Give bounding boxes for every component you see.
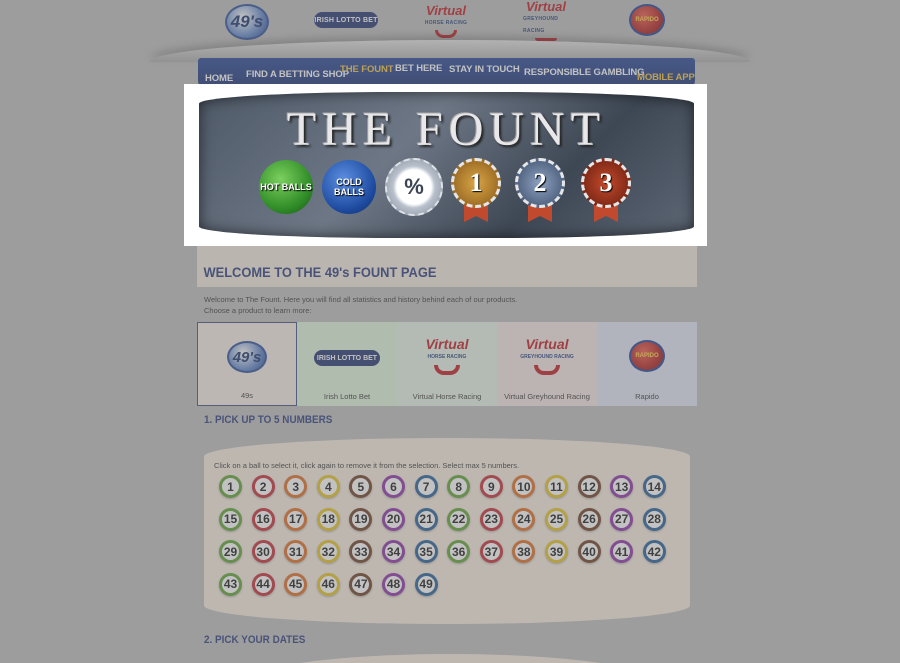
logo-virtual-greyhound-icon: Virtual GREYHOUND RACING (520, 337, 574, 375)
hero-banner: THE FOUNT HOT BALLS COLD BALLS % 1 2 3 (184, 84, 707, 246)
number-ball-28[interactable]: 28 (642, 507, 666, 531)
number-ball-20[interactable]: 20 (382, 507, 405, 531)
logo-irish-lotto-bet[interactable]: IRISH LOTTO BET (314, 12, 378, 28)
number-ball-18[interactable]: 18 (316, 507, 340, 531)
nav-responsible-gambling[interactable]: RESPONSIBLE GAMBLING (524, 67, 645, 78)
percent-stats-button[interactable]: % (385, 158, 443, 216)
product-selector: 49's 49s IRISH LOTTO BET Irish Lotto Bet… (197, 322, 697, 406)
date-picker-panel (240, 654, 660, 663)
number-ball-12[interactable]: 12 (577, 475, 601, 498)
number-ball-6[interactable]: 6 (382, 475, 405, 498)
number-ball-46[interactable]: 46 (316, 572, 340, 596)
number-ball-13[interactable]: 13 (610, 475, 634, 498)
number-ball-21[interactable]: 21 (414, 507, 438, 531)
number-ball-17[interactable]: 17 (284, 507, 308, 531)
number-ball-38[interactable]: 38 (512, 540, 536, 563)
section-pick-numbers-heading: 1. PICK UP TO 5 NUMBERS (204, 414, 333, 426)
medal-first-button[interactable]: 1 (451, 158, 501, 208)
ball-picker-panel: Click on a ball to select it, click agai… (204, 438, 690, 624)
number-ball-2[interactable]: 2 (251, 475, 275, 498)
logo-rapido-icon: RAPIDO (629, 340, 665, 372)
welcome-banner: WELCOME TO THE 49's FOUNT PAGE (197, 241, 697, 287)
number-ball-15[interactable]: 15 (219, 507, 242, 531)
number-ball-23[interactable]: 23 (479, 507, 503, 531)
brand-bar: 49's IRISH LOTTO BET Virtual HORSE RACIN… (0, 0, 900, 62)
number-ball-34[interactable]: 34 (382, 540, 405, 563)
number-ball-37[interactable]: 37 (479, 540, 503, 563)
slate-background: THE FOUNT HOT BALLS COLD BALLS % 1 2 3 (199, 92, 694, 238)
number-ball-43[interactable]: 43 (219, 572, 242, 596)
number-ball-27[interactable]: 27 (610, 507, 634, 531)
logo-virtual-horse-racing[interactable]: Virtual HORSE RACING (423, 4, 469, 38)
product-virtual-horse-racing[interactable]: Virtual HORSE RACING Virtual Horse Racing (397, 322, 497, 406)
product-irish-lotto-bet[interactable]: IRISH LOTTO BET Irish Lotto Bet (297, 322, 397, 406)
number-ball-48[interactable]: 48 (382, 572, 405, 596)
nav-stay-in-touch[interactable]: STAY IN TOUCH (449, 64, 520, 75)
nav-bet-here[interactable]: BET HERE (395, 63, 442, 74)
number-ball-14[interactable]: 14 (642, 475, 666, 498)
number-ball-35[interactable]: 35 (414, 540, 438, 563)
nav-mobile-app[interactable]: MOBILE APP (637, 72, 695, 83)
number-ball-25[interactable]: 25 (545, 507, 568, 531)
logo-virtual-horse-icon: Virtual HORSE RACING (425, 337, 469, 375)
number-ball-42[interactable]: 42 (642, 540, 666, 563)
number-ball-29[interactable]: 29 (219, 540, 242, 563)
ball-picker-hint: Click on a ball to select it, click agai… (214, 461, 520, 470)
number-ball-32[interactable]: 32 (316, 540, 340, 563)
number-ball-26[interactable]: 26 (577, 507, 601, 531)
section-pick-dates-heading: 2. PICK YOUR DATES (204, 634, 306, 646)
number-ball-1[interactable]: 1 (219, 475, 242, 498)
number-ball-9[interactable]: 9 (479, 475, 503, 498)
number-ball-31[interactable]: 31 (284, 540, 308, 563)
number-ball-49[interactable]: 49 (414, 572, 438, 596)
number-ball-33[interactable]: 33 (349, 540, 373, 563)
nav-the-fount[interactable]: THE FOUNT (340, 64, 394, 75)
logo-virtual-greyhound-racing[interactable]: Virtual GREYHOUND RACING (523, 0, 569, 41)
number-ball-24[interactable]: 24 (512, 507, 536, 531)
logo-49s[interactable]: 49's (225, 4, 269, 40)
hero-title: THE FOUNT (286, 103, 607, 156)
hot-balls-button[interactable]: HOT BALLS (259, 160, 313, 214)
number-ball-10[interactable]: 10 (512, 475, 536, 498)
medal-second-button[interactable]: 2 (515, 158, 565, 208)
nav-find-a-betting-shop[interactable]: FIND A BETTING SHOP (246, 69, 349, 80)
number-ball-7[interactable]: 7 (414, 475, 438, 498)
nav-home[interactable]: HOME (205, 73, 233, 84)
page-title: WELCOME TO THE 49's FOUNT PAGE (203, 264, 437, 280)
number-ball-39[interactable]: 39 (545, 540, 568, 563)
number-ball-47[interactable]: 47 (349, 572, 373, 596)
number-ball-22[interactable]: 22 (447, 507, 471, 531)
product-rapido[interactable]: RAPIDO Rapido (597, 322, 697, 406)
logo-irish-lotto-icon: IRISH LOTTO BET (314, 350, 380, 366)
number-ball-3[interactable]: 3 (284, 475, 308, 498)
number-ball-5[interactable]: 5 (349, 475, 373, 498)
logo-rapido[interactable]: RAPIDO (629, 4, 665, 36)
number-ball-41[interactable]: 41 (610, 540, 634, 563)
number-ball-40[interactable]: 40 (577, 540, 601, 563)
number-ball-30[interactable]: 30 (251, 540, 275, 563)
cold-balls-button[interactable]: COLD BALLS (322, 160, 376, 214)
number-ball-11[interactable]: 11 (545, 475, 568, 498)
number-ball-36[interactable]: 36 (447, 540, 471, 563)
number-ball-16[interactable]: 16 (251, 507, 275, 531)
number-ball-45[interactable]: 45 (284, 572, 308, 596)
ring-icon (435, 29, 457, 38)
product-49s[interactable]: 49's 49s (197, 322, 297, 406)
medal-third-button[interactable]: 3 (581, 158, 631, 208)
product-virtual-greyhound-racing[interactable]: Virtual GREYHOUND RACING Virtual Greyhoun… (497, 322, 597, 406)
number-ball-19[interactable]: 19 (349, 507, 373, 531)
number-ball-4[interactable]: 4 (316, 475, 340, 498)
number-ball-8[interactable]: 8 (447, 475, 471, 498)
intro-text: Welcome to The Fount. Here you will find… (204, 295, 518, 315)
number-ball-44[interactable]: 44 (251, 572, 275, 596)
logo-49s-icon: 49's (227, 341, 267, 373)
